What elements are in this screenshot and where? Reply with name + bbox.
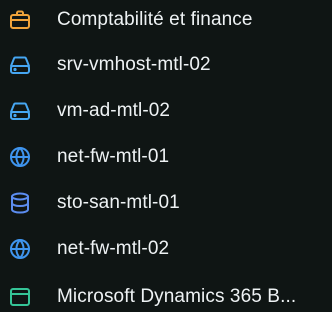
database-icon [8, 191, 32, 215]
list-item-comptabilite-et-finance[interactable]: Comptabilité et finance [0, 0, 332, 40]
list-item-label: net-fw-mtl-01 [57, 146, 170, 167]
list-item-srv-vmhost-mtl-02[interactable]: srv-vmhost-mtl-02 [0, 45, 332, 85]
app-window-icon [8, 285, 32, 309]
globe-icon [8, 145, 32, 169]
list-item-microsoft-dynamics-365[interactable]: Microsoft Dynamics 365 B... [0, 277, 332, 312]
list-item-sto-san-mtl-01[interactable]: sto-san-mtl-01 [0, 183, 332, 223]
briefcase-icon [8, 8, 32, 32]
server-icon [8, 53, 32, 77]
list-item-label: sto-san-mtl-01 [57, 192, 180, 213]
list-item-label: Comptabilité et finance [57, 9, 253, 30]
server-icon [8, 99, 32, 123]
list-item-label: Microsoft Dynamics 365 B... [57, 286, 297, 307]
list-item-label: vm-ad-mtl-02 [57, 100, 171, 121]
asset-list: Comptabilité et finance srv-vmhost-mtl-0… [0, 0, 332, 312]
list-item-net-fw-mtl-02[interactable]: net-fw-mtl-02 [0, 229, 332, 269]
list-item-net-fw-mtl-01[interactable]: net-fw-mtl-01 [0, 137, 332, 177]
list-item-label: net-fw-mtl-02 [57, 238, 170, 259]
list-item-label: srv-vmhost-mtl-02 [57, 54, 211, 75]
globe-icon [8, 237, 32, 261]
list-item-vm-ad-mtl-02[interactable]: vm-ad-mtl-02 [0, 91, 332, 131]
